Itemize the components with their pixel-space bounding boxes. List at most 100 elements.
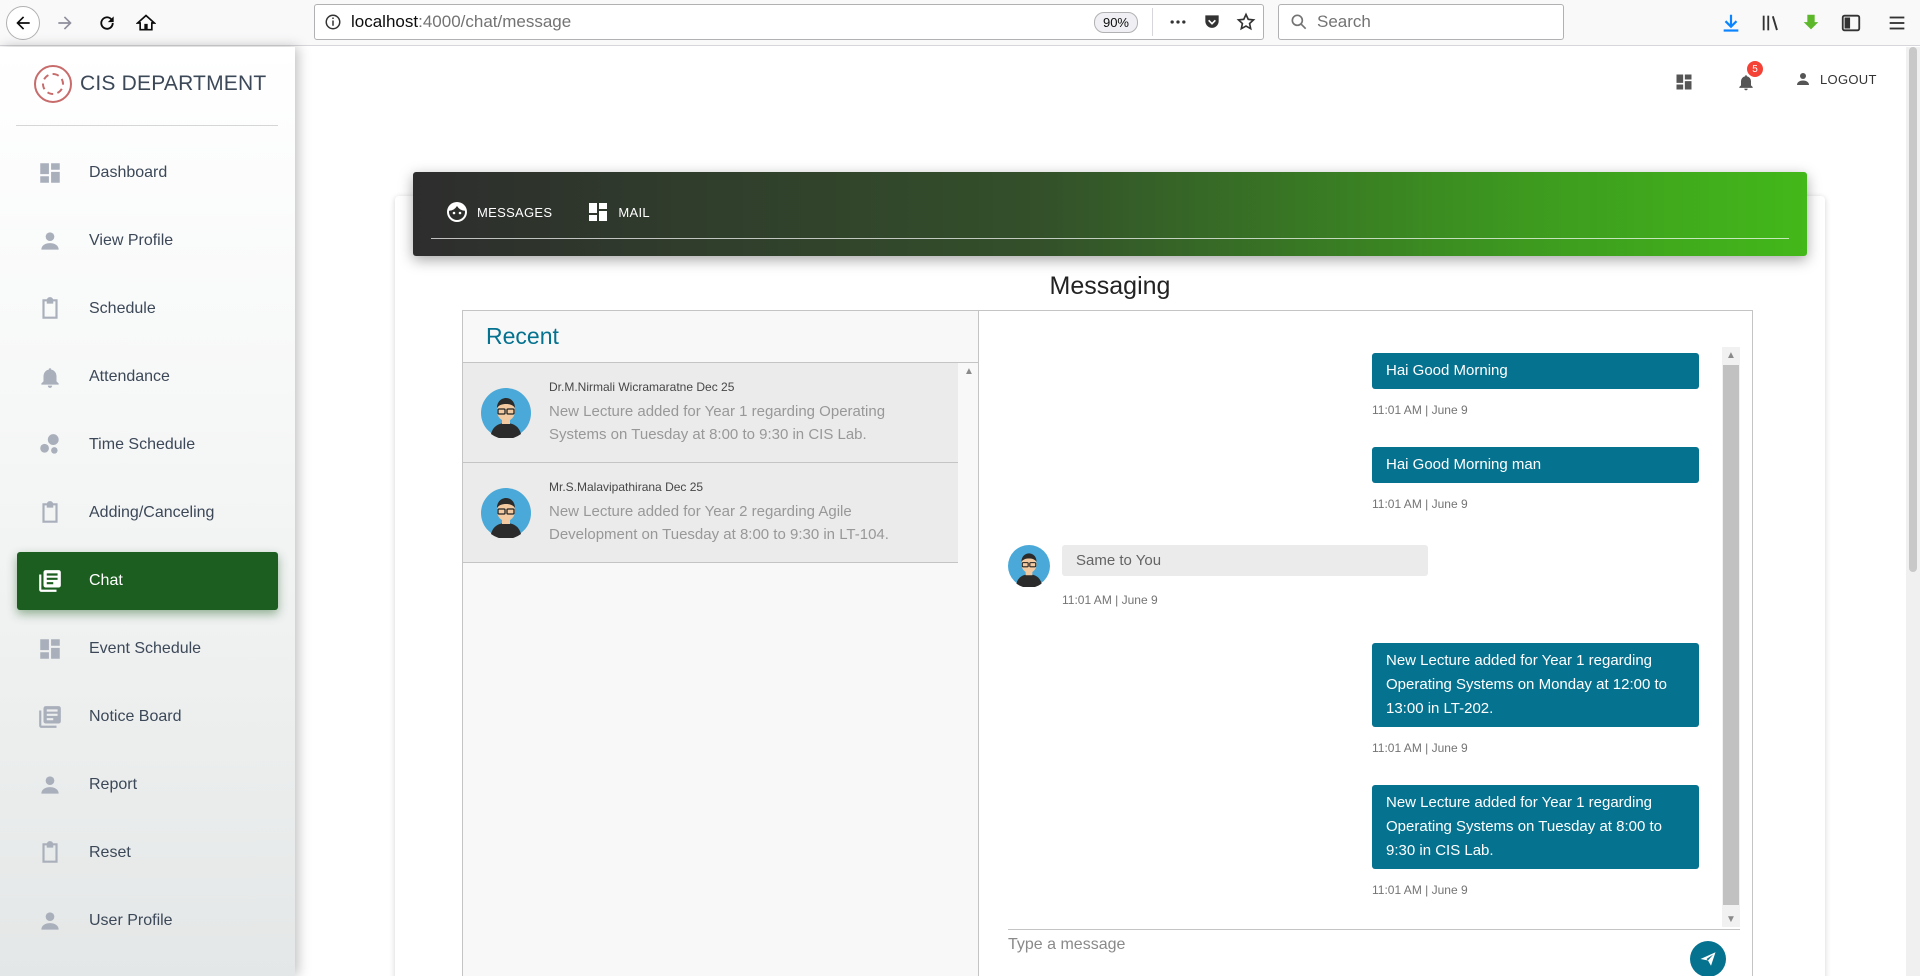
- scroll-down-arrow-icon[interactable]: ▼: [1722, 911, 1740, 927]
- url-host: localhost: [351, 12, 419, 31]
- dashboard-icon: [589, 203, 608, 221]
- scrollbar-thumb[interactable]: [1723, 365, 1739, 905]
- sidebar-item-notice-board[interactable]: Notice Board: [17, 688, 278, 746]
- scroll-up-arrow-icon[interactable]: ▲: [1722, 347, 1740, 363]
- chat-sender: Dr.M.Nirmali Wicramaratne Dec 25: [549, 380, 929, 394]
- logout-button[interactable]: LOGOUT: [1794, 70, 1877, 88]
- send-icon: [1700, 952, 1716, 966]
- notifications-button[interactable]: 5: [1730, 60, 1764, 98]
- zoom-level-badge[interactable]: 90%: [1093, 11, 1138, 33]
- browser-toolbar: localhost:4000/chat/message 90%: [0, 0, 1920, 46]
- sidebar-item-label: Reset: [89, 844, 131, 861]
- home-button[interactable]: [129, 6, 163, 40]
- recent-chat-list: Dr.M.Nirmali Wicramaratne Dec 25 New Lec…: [463, 363, 958, 563]
- sidebar-item-attendance[interactable]: Attendance: [17, 348, 278, 406]
- user-avatar: [481, 487, 531, 538]
- url-text[interactable]: localhost:4000/chat/message: [351, 12, 1094, 32]
- chat-date: Dec 25: [665, 479, 704, 494]
- arrow-left-icon: [16, 16, 30, 30]
- back-button[interactable]: [6, 6, 40, 40]
- chat-info: Mr.S.Malavipathirana Dec 25 New Lecture …: [549, 480, 929, 546]
- message-bubble: Same to You: [1062, 545, 1428, 576]
- info-icon[interactable]: [315, 13, 351, 31]
- card-tabs: MESSAGES MAIL: [445, 200, 684, 224]
- sidebar-item-label: Notice Board: [89, 708, 182, 725]
- tab-label: MAIL: [618, 204, 650, 220]
- library-icon[interactable]: [1756, 9, 1786, 37]
- messages-scrollbar[interactable]: ▲ ▼: [1722, 347, 1740, 927]
- person-icon: [1797, 73, 1809, 85]
- arrow-right-icon: [58, 16, 72, 30]
- sidebar-item-adding-canceling[interactable]: Adding/Canceling: [17, 484, 278, 542]
- message-composer: [1008, 929, 1740, 954]
- forward-button[interactable]: [48, 6, 82, 40]
- sidebar-item-label: Attendance: [89, 368, 170, 385]
- browser-search-bar[interactable]: [1278, 4, 1564, 40]
- chat-info: Dr.M.Nirmali Wicramaratne Dec 25 New Lec…: [549, 380, 929, 446]
- sidebar-item-chat[interactable]: Chat: [17, 552, 278, 610]
- department-logo: [34, 65, 72, 103]
- brand[interactable]: CIS DEPARTMENT: [34, 65, 266, 103]
- tab-messages[interactable]: MESSAGES: [445, 200, 552, 224]
- hamburger-menu-icon[interactable]: [1882, 9, 1912, 37]
- send-button[interactable]: [1690, 941, 1726, 976]
- message-bubble: New Lecture added for Year 1 regarding O…: [1372, 785, 1699, 869]
- page-actions-icon[interactable]: [1161, 7, 1195, 37]
- outgoing-message: New Lecture added for Year 1 regarding O…: [1372, 643, 1699, 755]
- outgoing-message: Hai Good Morning man 11:01 AM | June 9: [1372, 447, 1699, 511]
- tab-underline: [431, 238, 1789, 239]
- message-bubble: New Lecture added for Year 1 regarding O…: [1372, 643, 1699, 727]
- face-icon: [447, 202, 467, 222]
- bubble-chart-icon: [37, 432, 63, 458]
- sidebar-item-label: Event Schedule: [89, 640, 202, 657]
- messages-pane: Hai Good Morning 11:01 AM | June 9 Hai G…: [980, 311, 1752, 976]
- message-history: Hai Good Morning 11:01 AM | June 9 Hai G…: [980, 345, 1720, 925]
- pocket-icon[interactable]: [1195, 7, 1229, 37]
- sidebar-item-label: View Profile: [89, 232, 174, 249]
- recent-scrollbar[interactable]: ▲: [960, 363, 978, 976]
- sidebar-item-report[interactable]: Report: [17, 756, 278, 814]
- url-bar[interactable]: localhost:4000/chat/message 90%: [314, 4, 1264, 40]
- sidebar-item-user-profile[interactable]: User Profile: [17, 892, 278, 950]
- reload-button[interactable]: [90, 6, 124, 40]
- url-path: :4000/chat/message: [418, 12, 572, 31]
- downloads-icon[interactable]: [1716, 9, 1746, 37]
- sidebar-item-label: Time Schedule: [89, 436, 196, 453]
- sidebar-item-label: Adding/Canceling: [89, 504, 215, 521]
- sidebar-menu: Dashboard View Profile Schedule Attendan…: [17, 144, 278, 960]
- notification-count-badge: 5: [1746, 60, 1764, 78]
- message-input[interactable]: [1008, 936, 1648, 954]
- sidebar-item-label: Chat: [89, 572, 123, 589]
- sidebar-item-dashboard[interactable]: Dashboard: [17, 144, 278, 202]
- dashboard-icon: [37, 160, 63, 186]
- message-bubble: Hai Good Morning: [1372, 353, 1699, 389]
- sidebar-item-time-schedule[interactable]: Time Schedule: [17, 416, 278, 474]
- library-books-icon: [37, 568, 63, 594]
- recent-chats-pane: Recent Dr.M.Nirmali Wicramaratne Dec 25 …: [463, 311, 979, 976]
- card-header: MESSAGES MAIL: [413, 172, 1807, 256]
- clipboard-icon: [37, 500, 63, 526]
- sidebar-item-view-profile[interactable]: View Profile: [17, 212, 278, 270]
- message-time: 11:01 AM | June 9: [1372, 883, 1468, 897]
- chat-list-item[interactable]: Dr.M.Nirmali Wicramaratne Dec 25 New Lec…: [463, 363, 958, 463]
- home-icon: [136, 14, 156, 31]
- scroll-up-arrow-icon[interactable]: ▲: [960, 363, 978, 379]
- browser-search-input[interactable]: [1317, 12, 1547, 32]
- library-books-icon: [37, 704, 63, 730]
- bookmark-star-icon[interactable]: [1229, 7, 1263, 37]
- page-scrollbar-thumb[interactable]: [1909, 47, 1917, 572]
- chat-sender: Mr.S.Malavipathirana Dec 25: [549, 480, 929, 494]
- sidebar-toggle-icon[interactable]: [1836, 9, 1866, 37]
- page-scrollbar[interactable]: [1906, 47, 1920, 976]
- tab-mail[interactable]: MAIL: [586, 200, 650, 224]
- sidebar-item-schedule[interactable]: Schedule: [17, 280, 278, 338]
- sidebar-item-event-schedule[interactable]: Event Schedule: [17, 620, 278, 678]
- apps-dashboard-button[interactable]: [1668, 66, 1700, 98]
- sidebar-item-reset[interactable]: Reset: [17, 824, 278, 882]
- sidebar-item-label: Report: [89, 776, 138, 793]
- chat-list-item[interactable]: Mr.S.Malavipathirana Dec 25 New Lecture …: [463, 463, 958, 563]
- person-icon: [37, 772, 63, 798]
- download-manager-icon[interactable]: [1796, 9, 1826, 37]
- clipboard-icon: [37, 840, 63, 866]
- message-time: 11:01 AM | June 9: [1062, 593, 1158, 607]
